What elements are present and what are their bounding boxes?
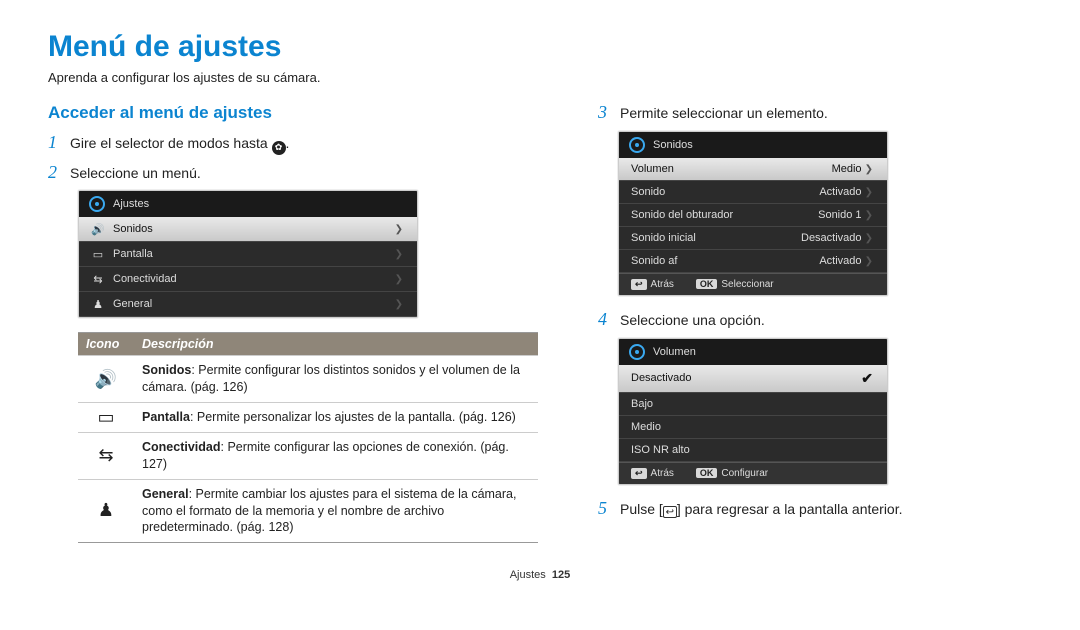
step-3: 3 Permite seleccionar un elemento. [598,103,1032,123]
option-row[interactable]: ISO NR alto [619,439,887,462]
menu-item-conectividad[interactable]: ⇆ Conectividad ❯ [79,267,417,292]
connectivity-icon: ⇆ [98,445,113,466]
panel-title: Sonidos [653,139,693,151]
menu-item-pantalla[interactable]: ▭ Pantalla ❯ [79,242,417,267]
chevron-right-icon: ❯ [395,299,403,310]
menu-item-label: Conectividad [113,273,177,285]
step-5-text-post: ] para regresar a la pantalla anterior. [677,501,903,517]
step-number: 5 [598,499,612,519]
step-number: 1 [48,133,62,153]
back-button-icon: ↩ [631,279,647,290]
menu-item-label: Pantalla [113,248,153,260]
general-icon: ♟ [98,500,114,521]
gauge-icon [629,137,645,153]
step-2-text: Seleccione un menú. [70,163,201,181]
step-3-text: Permite seleccionar un elemento. [620,103,828,121]
intro-text: Aprenda a configurar los ajustes de su c… [48,70,1032,85]
table-row: ♟ General: Permite cambiar los ajustes p… [78,479,538,543]
gauge-icon [629,344,645,360]
table-header-descripcion: Descripción [134,333,538,355]
mode-dial-settings-icon: ✿ [272,141,286,155]
back-hint: ↩Atrás [631,468,674,479]
table-row: 🔊 Sonidos: Permite configurar los distin… [78,355,538,402]
step-4-text: Seleccione una opción. [620,310,765,328]
chevron-right-icon: ❯ [395,224,403,235]
step-5: 5 Pulse [↩] para regresar a la pantalla … [598,499,1032,519]
back-button-icon: ↩ [631,468,647,479]
ok-hint: OKConfigurar [696,468,768,479]
setting-row-sonido[interactable]: Sonido Activado ❯ [619,181,887,204]
table-row: ▭ Pantalla: Permite personalizar los aju… [78,402,538,432]
chevron-right-icon: ❯ [395,249,403,260]
section-heading: Acceder al menú de ajustes [48,103,538,123]
page-title: Menú de ajustes [48,30,1032,64]
chevron-right-icon: ❯ [865,210,873,221]
chevron-right-icon: ❯ [865,164,873,175]
ok-hint: OKSeleccionar [696,279,774,290]
return-icon: ↩ [663,506,677,518]
step-number: 2 [48,163,62,183]
setting-row-af[interactable]: Sonido af Activado ❯ [619,250,887,273]
chevron-right-icon: ❯ [865,233,873,244]
ok-button-icon: OK [696,279,718,289]
right-column: 3 Permite seleccionar un elemento. Sonid… [598,103,1032,543]
panel-title: Volumen [653,346,696,358]
sound-icon: 🔊 [91,222,105,236]
screen-icon: ▭ [97,407,114,428]
camera-volume-panel: Volumen Desactivado ✔ Bajo Medio ISO NR … [618,338,888,485]
camera-menu-panel: Ajustes 🔊 Sonidos ❯ ▭ Pantalla ❯ ⇆ Conectiv… [78,190,418,318]
step-5-text-pre: Pulse [ [620,501,663,517]
table-row: ⇆ Conectividad: Permite configurar las o… [78,432,538,479]
setting-row-inicial[interactable]: Sonido inicial Desactivado ❯ [619,227,887,250]
setting-row-volumen[interactable]: Volumen Medio ❯ [619,158,887,181]
step-1-text-pre: Gire el selector de modos hasta [70,135,272,151]
page-footer: Ajustes 125 [48,569,1032,581]
left-column: Acceder al menú de ajustes 1 Gire el sel… [48,103,538,543]
setting-row-obturador[interactable]: Sonido del obturador Sonido 1 ❯ [619,204,887,227]
back-hint: ↩Atrás [631,279,674,290]
connectivity-icon: ⇆ [91,272,105,286]
step-number: 3 [598,103,612,123]
screen-icon: ▭ [91,247,105,261]
option-row[interactable]: Medio [619,416,887,439]
option-row[interactable]: Desactivado ✔ [619,365,887,393]
sound-icon: 🔊 [95,369,117,390]
camera-sounds-panel: Sonidos Volumen Medio ❯ Sonido Activado … [618,131,888,296]
option-row[interactable]: Bajo [619,393,887,416]
step-1: 1 Gire el selector de modos hasta ✿. [48,133,538,155]
chevron-right-icon: ❯ [865,256,873,267]
step-2: 2 Seleccione un menú. [48,163,538,183]
menu-item-sonidos[interactable]: 🔊 Sonidos ❯ [79,217,417,242]
menu-item-label: Sonidos [113,223,153,235]
step-1-text-post: . [286,135,290,151]
gauge-icon [89,196,105,212]
table-header-icono: Icono [78,333,134,355]
general-icon: ♟ [91,297,105,311]
step-number: 4 [598,310,612,330]
ok-button-icon: OK [696,468,718,478]
chevron-right-icon: ❯ [395,274,403,285]
chevron-right-icon: ❯ [865,187,873,198]
panel-title: Ajustes [113,198,149,210]
menu-item-label: General [113,298,152,310]
step-4: 4 Seleccione una opción. [598,310,1032,330]
icon-description-table: Icono Descripción 🔊 Sonidos: Permite con… [78,332,538,543]
check-icon: ✔ [861,370,873,387]
menu-item-general[interactable]: ♟ General ❯ [79,292,417,317]
